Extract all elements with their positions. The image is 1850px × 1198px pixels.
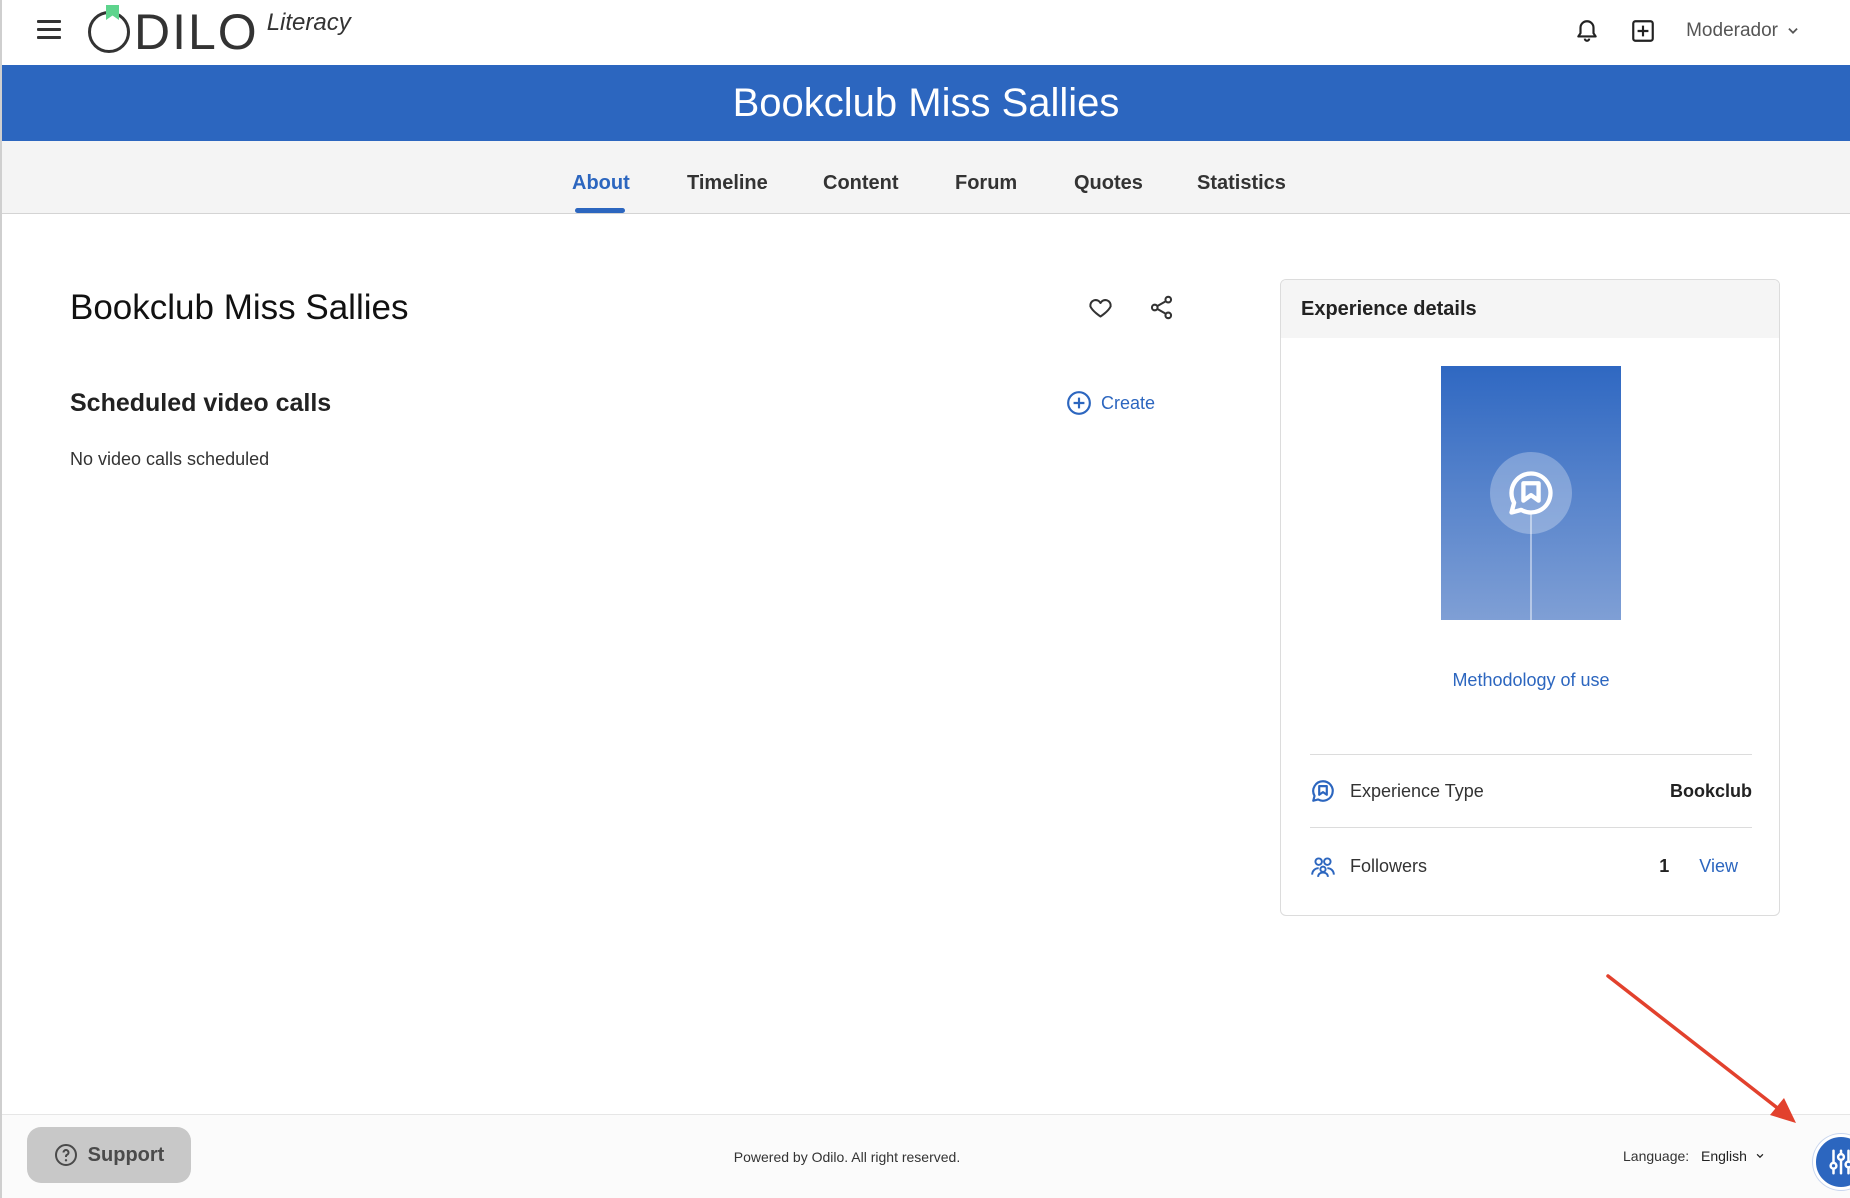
page-title: Bookclub Miss Sallies xyxy=(70,288,409,327)
logo-letters: DILO xyxy=(134,4,259,60)
logo-wordmark: DILO xyxy=(88,4,259,60)
experience-type-value: Bookclub xyxy=(1669,780,1752,801)
create-video-call-button[interactable]: Create xyxy=(1066,390,1155,416)
tab-forum[interactable]: Forum xyxy=(955,141,1017,214)
bell-icon[interactable] xyxy=(1574,18,1600,44)
card-title: Experience details xyxy=(1281,280,1779,338)
tab-quotes[interactable]: Quotes xyxy=(1074,141,1143,214)
chevron-down-icon xyxy=(1756,1153,1764,1159)
experience-type-row: Experience Type Bookclub xyxy=(1310,769,1752,813)
empty-state-message: No video calls scheduled xyxy=(70,449,270,469)
language-select[interactable]: English xyxy=(1701,1148,1765,1164)
followers-count: 1 xyxy=(1659,855,1670,876)
logo[interactable]: DILO Literacy xyxy=(88,4,351,60)
language-label: Language: xyxy=(1623,1148,1690,1164)
experience-banner: Bookclub Miss Sallies xyxy=(2,65,1850,141)
create-label: Create xyxy=(1101,392,1156,413)
logo-flag xyxy=(106,5,119,20)
followers-label: Followers xyxy=(1350,855,1428,876)
copyright-note: Powered by Odilo. All right reserved. xyxy=(733,1149,961,1165)
user-menu[interactable]: Moderador xyxy=(1686,20,1800,42)
top-header: DILO Literacy Moderador xyxy=(2,0,1850,65)
tab-bar: About Timeline Content Forum Quotes Stat… xyxy=(2,141,1850,214)
tab-statistics[interactable]: Statistics xyxy=(1197,141,1286,214)
chevron-down-icon xyxy=(1788,28,1798,34)
people-icon xyxy=(1311,857,1335,877)
logo-o-mark xyxy=(88,5,130,53)
tab-content[interactable]: Content xyxy=(823,141,899,214)
menu-icon[interactable] xyxy=(37,20,61,40)
user-menu-label: Moderador xyxy=(1686,20,1778,41)
tab-timeline[interactable]: Timeline xyxy=(687,141,768,214)
share-icon[interactable] xyxy=(1148,294,1175,321)
experience-type-label: Experience Type xyxy=(1350,780,1484,801)
add-circle-icon xyxy=(1067,391,1091,415)
experience-details-card: Experience details Methodology of use Ex… xyxy=(1280,279,1780,916)
followers-row: Followers 1 View xyxy=(1310,844,1752,888)
methodology-link[interactable]: Methodology of use xyxy=(1281,670,1779,691)
chat-bookmark-icon xyxy=(1312,780,1334,802)
card-divider xyxy=(1310,754,1752,755)
footer: Support Powered by Odilo. All right rese… xyxy=(2,1114,1850,1198)
section-title-video-calls: Scheduled video calls xyxy=(70,389,332,417)
accessibility-settings-button[interactable] xyxy=(1813,1134,1850,1190)
view-followers-link[interactable]: View xyxy=(1699,856,1738,877)
tab-about[interactable]: About xyxy=(572,141,630,214)
heart-icon[interactable] xyxy=(1087,294,1114,321)
language-value: English xyxy=(1701,1148,1747,1164)
logo-subtitle: Literacy xyxy=(266,9,351,36)
header-actions: Moderador xyxy=(1574,18,1800,44)
chat-bookmark-icon xyxy=(1490,452,1572,534)
add-box-icon[interactable] xyxy=(1630,18,1656,44)
active-tab-indicator xyxy=(575,208,625,213)
experience-cover-image xyxy=(1441,366,1621,620)
sliders-icon xyxy=(1829,1149,1850,1175)
card-divider xyxy=(1310,827,1752,828)
banner-title: Bookclub Miss Sallies xyxy=(732,80,1120,125)
